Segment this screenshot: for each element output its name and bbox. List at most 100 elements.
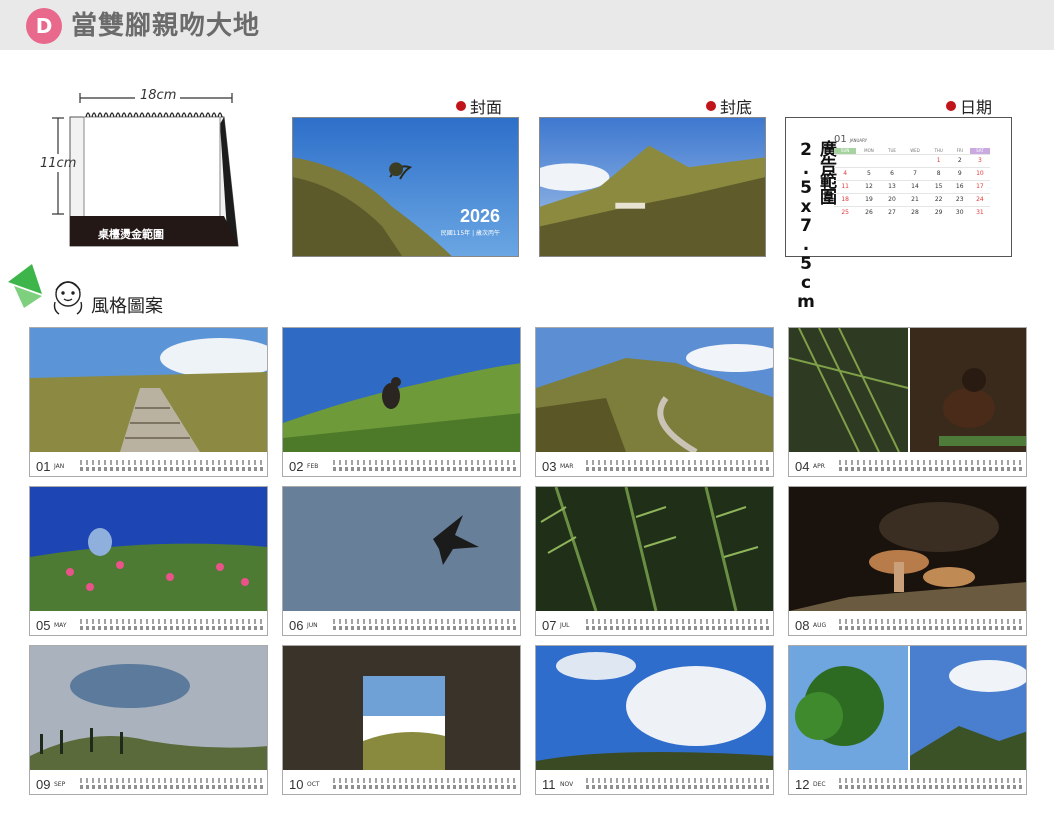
month-photo bbox=[536, 487, 773, 611]
month-photo bbox=[30, 487, 267, 611]
width-label: 18cm bbox=[140, 88, 177, 103]
month-date-strip: 01 JAN bbox=[30, 452, 267, 476]
month-date-strip: 08 AUG bbox=[789, 611, 1026, 635]
day-cell: 5 bbox=[856, 166, 882, 180]
month-date-strip: 06 JUN bbox=[283, 611, 520, 635]
month-day-row bbox=[839, 460, 1023, 472]
back-label: 封底 bbox=[706, 94, 752, 118]
cover-subtitle: 民國115年 | 歲次丙午 bbox=[440, 230, 500, 237]
month-date-strip: 02 FEB bbox=[283, 452, 520, 476]
mini-month-number: 01 bbox=[834, 134, 847, 145]
day-cell: 31 bbox=[969, 205, 990, 219]
month-card: 02 FEB bbox=[282, 327, 521, 477]
day-cell: 3 bbox=[969, 153, 990, 167]
girl-face-icon bbox=[53, 281, 83, 315]
day-cell: 10 bbox=[969, 166, 990, 180]
month-card: 06 JUN bbox=[282, 486, 521, 636]
day-cell: 20 bbox=[881, 192, 903, 206]
date-preview: 廣告範圍 2.5x7.5cm 01 JANUARY SUN MON TUE WE… bbox=[785, 117, 1012, 311]
month-name: AUG bbox=[813, 622, 827, 629]
month-card: 07 JUL bbox=[535, 486, 774, 636]
month-photo bbox=[536, 328, 773, 452]
month-card: 11 NOV bbox=[535, 645, 774, 795]
month-photo bbox=[789, 487, 1026, 611]
month-date-strip: 04 APR bbox=[789, 452, 1026, 476]
month-name: JUL bbox=[560, 622, 570, 629]
month-name: APR bbox=[813, 463, 825, 470]
desk-calendar-illustration: 18cm 11cm 桌檯燙金範圍 bbox=[40, 84, 250, 254]
month-day-row bbox=[80, 460, 264, 472]
month-photo bbox=[30, 646, 267, 770]
month-name: MAY bbox=[54, 622, 67, 629]
month-number: 02 bbox=[289, 459, 304, 474]
month-name: SEP bbox=[54, 781, 66, 788]
day-cell: 27 bbox=[881, 205, 903, 219]
day-cell: 25 bbox=[834, 205, 857, 219]
mini-calendar-grid: SUN MON TUE WED THU FRI SAT 123 4 5 6 7 8 9 10… bbox=[834, 148, 990, 219]
month-photo bbox=[283, 646, 520, 770]
month-card: 01 JAN bbox=[29, 327, 268, 477]
month-number: 12 bbox=[795, 777, 810, 792]
month-day-row bbox=[333, 619, 517, 631]
month-photo bbox=[789, 646, 1026, 770]
section-title: 當雙腳親吻大地 bbox=[71, 11, 261, 41]
month-name: MAR bbox=[560, 463, 574, 470]
month-date-strip: 11 NOV bbox=[536, 770, 773, 794]
month-name: JUN bbox=[307, 622, 318, 629]
section-badge: D bbox=[26, 8, 62, 44]
date-label: 日期 bbox=[946, 94, 992, 118]
month-name: NOV bbox=[560, 781, 574, 788]
day-cell: 2 bbox=[949, 153, 970, 167]
month-name: DEC bbox=[813, 781, 826, 788]
day-cell: 4 bbox=[834, 166, 857, 180]
day-cell: 8 bbox=[927, 166, 950, 180]
day-cell: 6 bbox=[881, 166, 903, 180]
day-cell: 17 bbox=[969, 179, 990, 193]
day-cell: 14 bbox=[902, 179, 928, 193]
month-card: 10 OCT bbox=[282, 645, 521, 795]
month-date-strip: 07 JUL bbox=[536, 611, 773, 635]
month-day-row bbox=[586, 619, 770, 631]
month-day-row bbox=[586, 778, 770, 790]
cover-preview-image: 2026 民國115年 | 歲次丙午 bbox=[292, 117, 519, 257]
month-card: 12 DEC bbox=[788, 645, 1027, 795]
month-date-strip: 12 DEC bbox=[789, 770, 1026, 794]
month-photo bbox=[283, 328, 520, 452]
day-cell: 16 bbox=[949, 179, 970, 193]
month-date-strip: 10 OCT bbox=[283, 770, 520, 794]
day-cell: 7 bbox=[902, 166, 928, 180]
bullet-icon bbox=[456, 101, 466, 111]
day-cell: 19 bbox=[856, 192, 882, 206]
day-cell: 9 bbox=[949, 166, 970, 180]
month-day-row bbox=[80, 619, 264, 631]
month-day-row bbox=[586, 460, 770, 472]
bullet-icon bbox=[706, 101, 716, 111]
day-cell bbox=[902, 153, 928, 167]
cover-year: 2026 bbox=[459, 206, 500, 226]
month-photo bbox=[536, 646, 773, 770]
day-cell: 22 bbox=[927, 192, 950, 206]
month-number: 08 bbox=[795, 618, 810, 633]
day-cell: 12 bbox=[856, 179, 882, 193]
month-card: 04 APR bbox=[788, 327, 1027, 477]
day-cell bbox=[856, 153, 882, 167]
month-number: 10 bbox=[289, 777, 304, 792]
day-cell: 21 bbox=[902, 192, 928, 206]
month-day-row bbox=[80, 778, 264, 790]
month-photo bbox=[283, 487, 520, 611]
month-date-strip: 05 MAY bbox=[30, 611, 267, 635]
cover-label: 封面 bbox=[456, 94, 502, 118]
month-card: 09 SEP bbox=[29, 645, 268, 795]
day-cell: 28 bbox=[902, 205, 928, 219]
month-day-row bbox=[839, 619, 1023, 631]
month-day-row bbox=[839, 778, 1023, 790]
month-number: 04 bbox=[795, 459, 810, 474]
month-number: 03 bbox=[542, 459, 557, 474]
month-photo bbox=[30, 328, 267, 452]
day-cell: 26 bbox=[856, 205, 882, 219]
month-card: 08 AUG bbox=[788, 486, 1027, 636]
day-cell: 15 bbox=[927, 179, 950, 193]
height-label: 11cm bbox=[40, 156, 77, 171]
day-cell: 30 bbox=[949, 205, 970, 219]
month-date-strip: 09 SEP bbox=[30, 770, 267, 794]
